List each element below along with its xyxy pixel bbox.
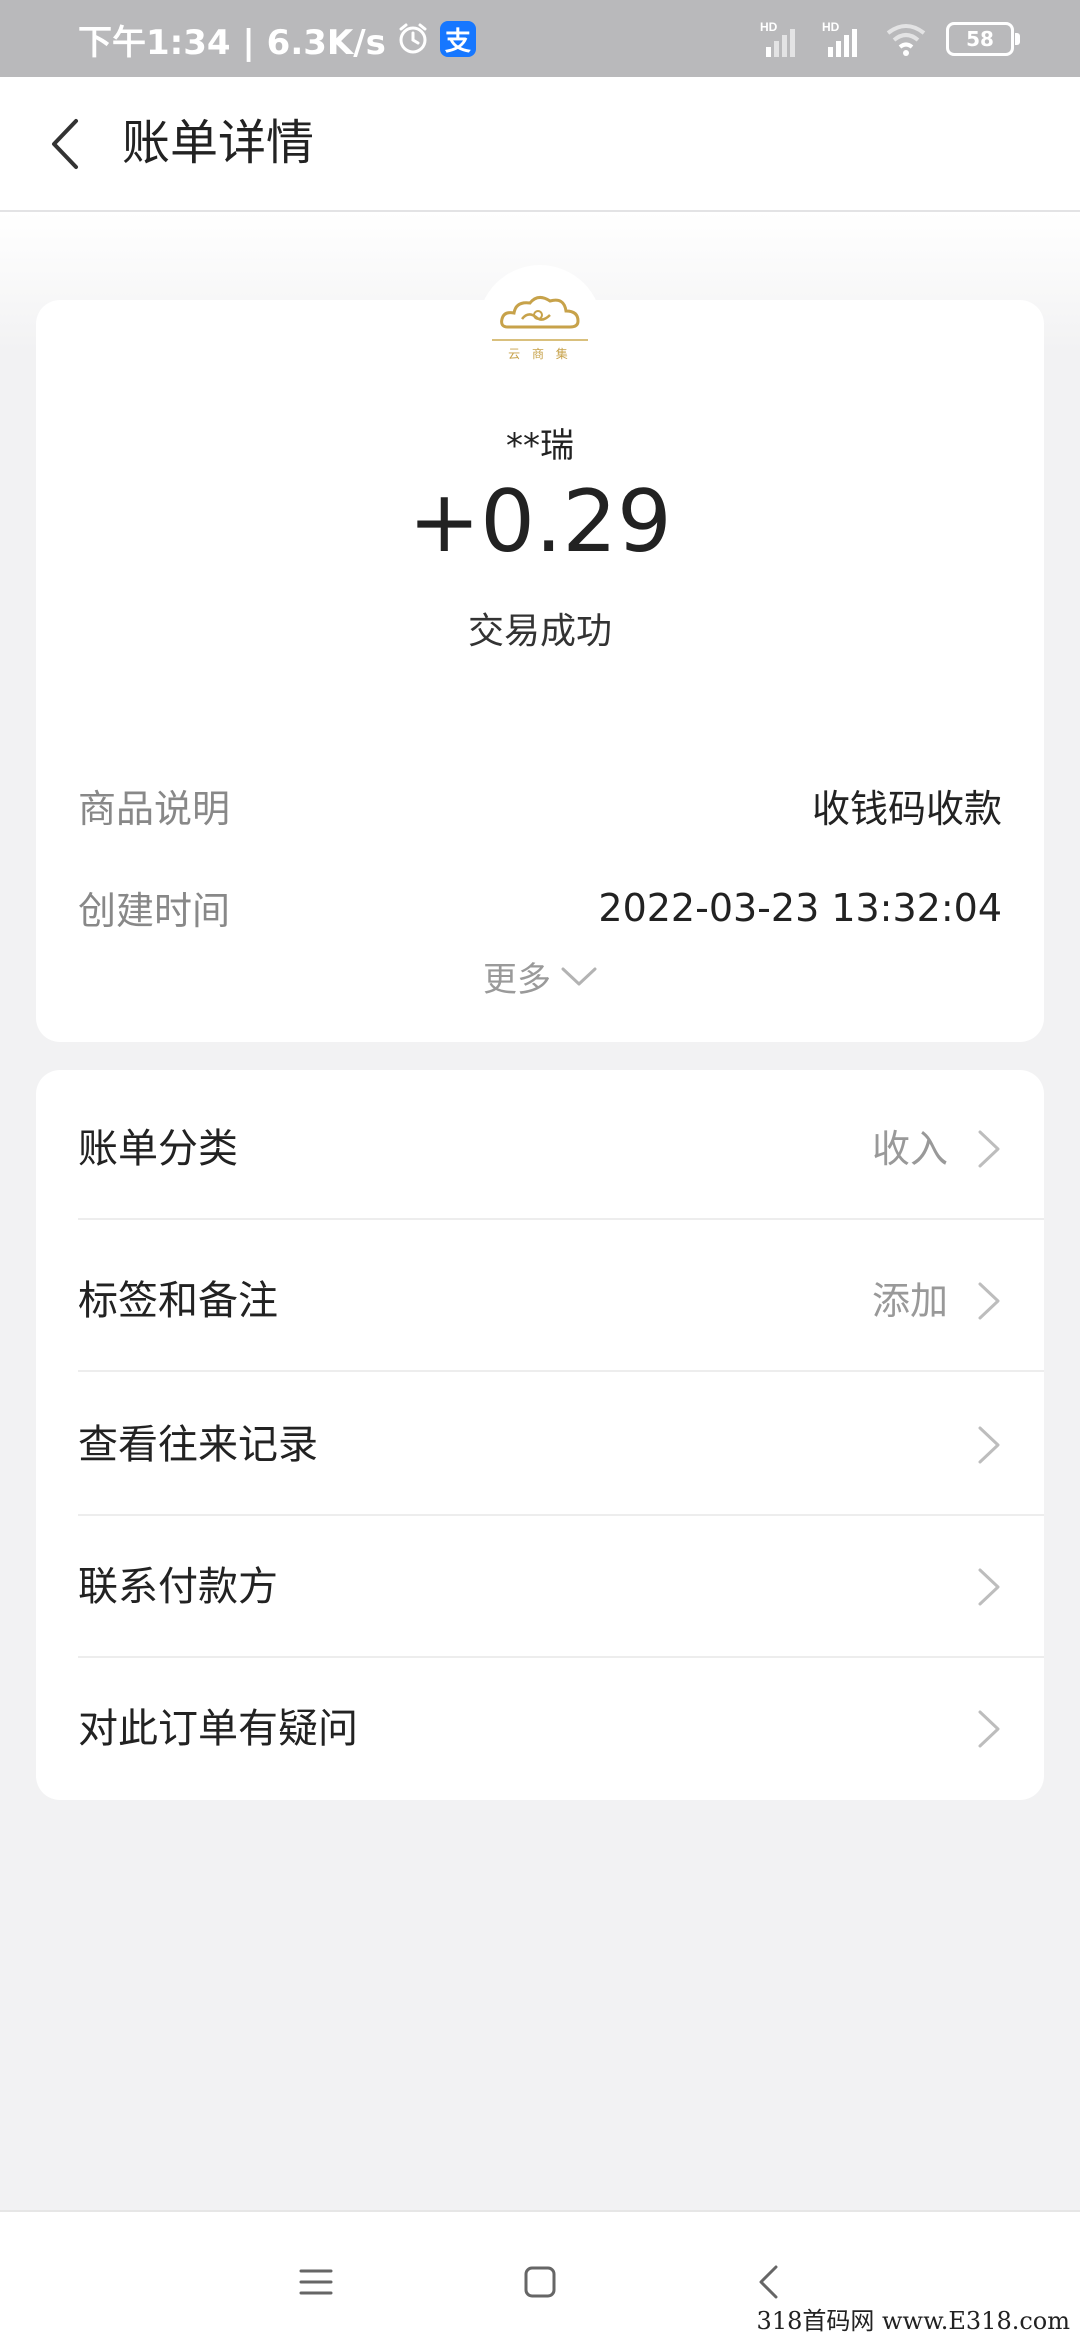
menu-item-label: 查看往来记录	[78, 1422, 318, 1468]
watermark-text: 318首码网 www.E318.com	[756, 2307, 1070, 2335]
status-right: HD HD 58	[760, 16, 1020, 62]
page-header: 账单详情	[0, 77, 1080, 212]
signal-2-icon: HD	[822, 20, 857, 57]
chevron-right-icon	[978, 1282, 1000, 1320]
alipay-notification-icon: 支	[439, 21, 476, 57]
battery-indicator: 58	[946, 22, 1020, 56]
more-label: 更多	[483, 960, 551, 1000]
status-left: 下午1:34 | 6.3K/s 支	[78, 14, 476, 64]
detail-row-product: 商品说明 收钱码收款	[78, 778, 1002, 833]
transaction-card: **瑞 +0.29 交易成功 商品说明 收钱码收款 创建时间 2022-03-2…	[36, 300, 1044, 1042]
logo-caption: 云 商 集	[492, 338, 588, 362]
nav-menu-button[interactable]	[286, 2252, 346, 2312]
detail-value: 2022-03-23 13:32:04	[598, 885, 1002, 930]
detail-value: 收钱码收款	[811, 787, 1002, 831]
menu-item-bill-category[interactable]: 账单分类 收入	[36, 1078, 1044, 1220]
actions-card: 账单分类 收入 标签和备注 添加 查看往来记录 联系付款方 对此订单有疑问	[36, 1070, 1044, 1800]
home-square-icon	[524, 2266, 556, 2298]
alipay-glyph: 支	[444, 26, 471, 57]
menu-item-contact-payer[interactable]: 联系付款方	[36, 1516, 1044, 1658]
chevron-right-icon	[978, 1130, 1000, 1168]
detail-label: 创建时间	[78, 889, 231, 933]
more-button[interactable]: 更多	[36, 952, 1044, 1001]
menu-item-value: 添加	[871, 1279, 948, 1323]
nav-home-button[interactable]	[510, 2252, 570, 2312]
menu-lines-icon	[299, 2269, 333, 2295]
chevron-right-icon	[978, 1426, 1000, 1464]
cloud-logo-icon	[500, 295, 580, 328]
merchant-logo: 云 商 集	[478, 265, 602, 389]
back-button[interactable]	[32, 109, 96, 179]
wifi-icon	[886, 24, 926, 56]
status-bar: 下午1:34 | 6.3K/s 支 HD HD 58	[0, 0, 1080, 77]
signal-1-icon: HD	[760, 20, 795, 57]
alarm-icon	[399, 23, 427, 54]
detail-label: 商品说明	[78, 787, 231, 831]
back-arrow-icon	[52, 119, 78, 169]
divider	[78, 1218, 1044, 1220]
payer-name: **瑞	[506, 426, 574, 466]
chevron-right-icon	[978, 1568, 1000, 1606]
chevron-down-icon	[561, 967, 597, 985]
menu-item-tags-notes[interactable]: 标签和备注 添加	[36, 1230, 1044, 1372]
status-time-speed: 下午1:34 | 6.3K/s	[78, 22, 386, 63]
system-nav-bar: 318首码网 www.E318.com	[0, 2210, 1080, 2342]
divider	[78, 1370, 1044, 1372]
detail-row-created-time: 创建时间 2022-03-23 13:32:04	[78, 880, 1002, 935]
chevron-right-icon	[978, 1710, 1000, 1748]
menu-item-label: 对此订单有疑问	[78, 1706, 358, 1752]
menu-item-label: 账单分类	[78, 1126, 238, 1172]
menu-item-transaction-history[interactable]: 查看往来记录	[36, 1374, 1044, 1516]
signal-1-hd-label: HD	[760, 20, 778, 34]
menu-item-label: 联系付款方	[78, 1564, 278, 1610]
menu-item-value: 收入	[871, 1127, 948, 1171]
menu-item-label: 标签和备注	[78, 1278, 278, 1324]
transaction-status: 交易成功	[467, 611, 612, 652]
page-title: 账单详情	[122, 115, 315, 171]
menu-item-order-question[interactable]: 对此订单有疑问	[36, 1658, 1044, 1800]
signal-2-hd-label: HD	[822, 20, 840, 34]
back-chevron-icon	[759, 2265, 778, 2299]
battery-level: 58	[966, 27, 994, 51]
transaction-amount: +0.29	[408, 472, 672, 572]
